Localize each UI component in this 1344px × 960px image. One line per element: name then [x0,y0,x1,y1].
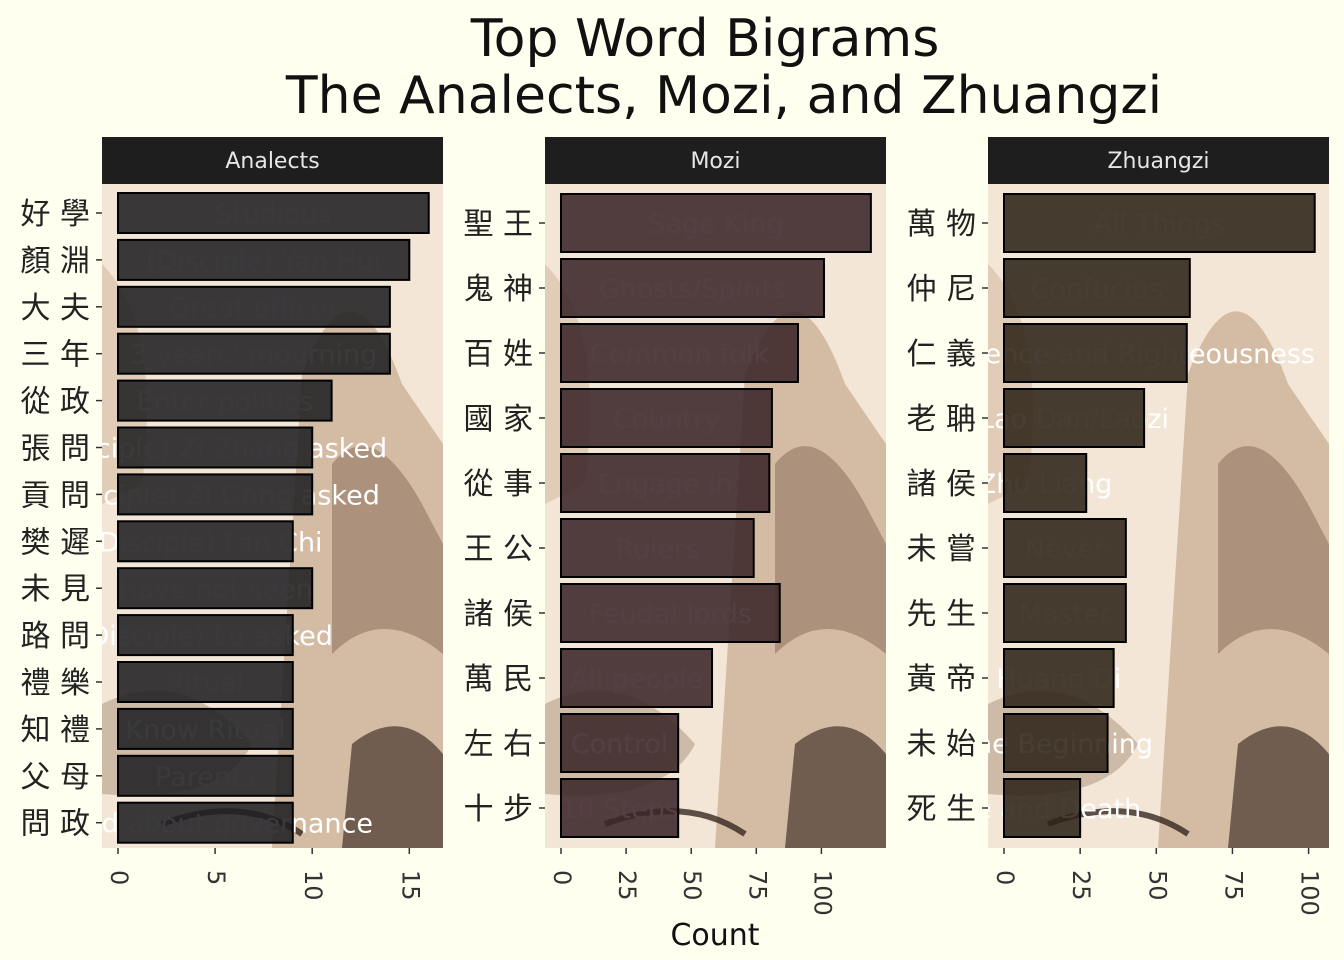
x-tick-label: 75 [743,870,771,901]
bar [1003,388,1146,448]
y-tick-label: 仁 義 [906,337,976,372]
bar [117,379,333,422]
y-tick-label: 諸 侯 [906,467,976,502]
x-tick-label: 75 [1219,870,1247,901]
chart-title-line-2: The Analects, Mozi, and Zhuangzi [285,66,1162,126]
bar [560,453,771,513]
chart-title-line-1: Top Word Bigrams [470,9,940,69]
y-tick-label: 鬼 神 [463,272,533,307]
y-tick-label: 仲 尼 [906,272,976,307]
y-tick-label: 未 見 [20,572,90,607]
bar [1003,518,1127,578]
x-tick-label: 15 [396,870,424,901]
y-tick-label: 問 政 [20,807,90,842]
bar [560,583,781,643]
x-tick-label: 50 [1143,870,1171,901]
x-tick-label: 25 [613,870,641,901]
y-tick-label: 路 問 [20,619,90,654]
bar [1003,778,1082,838]
y-tick-label: 聖 王 [463,207,533,242]
bar [117,754,294,797]
bar [1003,583,1127,643]
y-tick-label: 顏 淵 [20,244,90,279]
bar [1003,258,1191,318]
x-tick-label: 10 [299,870,327,901]
y-tick-label: 萬 民 [463,662,533,697]
panel-strip-label: Zhuangzi [1107,149,1209,174]
y-tick-label: 國 家 [463,402,533,437]
y-tick-label: 王 公 [463,532,533,567]
bar [560,648,714,708]
bar [1003,453,1088,513]
y-tick-label: 百 姓 [463,337,533,372]
panel-strip-label: Analects [225,149,319,174]
x-tick-label: 0 [991,870,1019,885]
bar [1003,193,1316,253]
y-tick-label: 父 母 [20,760,90,795]
bar [117,332,391,375]
y-tick-label: 左 右 [463,727,533,762]
bar [560,193,872,253]
bar [560,713,680,773]
y-tick-label: 三 年 [20,338,90,373]
y-tick-label: 未 始 [906,727,976,762]
y-tick-label: 好 學 [20,197,90,232]
y-tick-label: 樊 遲 [20,525,90,560]
y-tick-label: 老 聃 [906,402,976,437]
x-tick-label: 50 [678,870,706,901]
y-tick-label: 先 生 [906,597,976,632]
y-tick-label: 未 嘗 [906,532,976,567]
bar [560,778,680,838]
bar [560,388,773,448]
x-tick-label: 100 [1296,870,1324,916]
bar [1003,713,1109,773]
panel-strip-label: Mozi [690,149,740,174]
bar [117,520,294,563]
bar [117,192,430,234]
y-tick-label: 從 事 [463,467,533,502]
y-tick-label: 黃 帝 [906,662,976,697]
x-tick-label: 0 [105,870,133,885]
bar [1003,323,1188,383]
y-tick-label: 十 步 [463,792,533,827]
bar [117,238,411,281]
y-tick-label: 諸 侯 [463,597,533,632]
y-tick-label: 大 夫 [20,291,90,326]
x-axis-label: Count [670,918,759,953]
bar [117,661,294,703]
bar [117,567,314,610]
bar [560,258,826,318]
bar [117,614,294,657]
y-tick-label: 禮 樂 [20,666,90,701]
bar [117,707,294,750]
y-tick-label: 從 政 [20,385,90,420]
bar [117,801,294,844]
y-tick-label: 張 問 [20,432,90,467]
chart-canvas: Top Word Bigrams The Analects, Mozi, and… [0,0,1344,960]
x-tick-label: 25 [1067,870,1095,901]
x-tick-label: 100 [808,870,836,916]
bar [117,285,391,328]
x-tick-label: 5 [202,870,230,885]
bar [560,323,799,383]
bar [1003,648,1115,708]
y-tick-label: 死 生 [906,792,976,827]
y-tick-label: 萬 物 [906,207,976,242]
x-tick-label: 0 [548,870,576,885]
y-tick-label: 知 禮 [20,713,90,748]
bar [117,426,314,469]
bar [560,518,755,578]
bar [117,473,314,516]
y-tick-label: 貢 問 [20,478,90,513]
